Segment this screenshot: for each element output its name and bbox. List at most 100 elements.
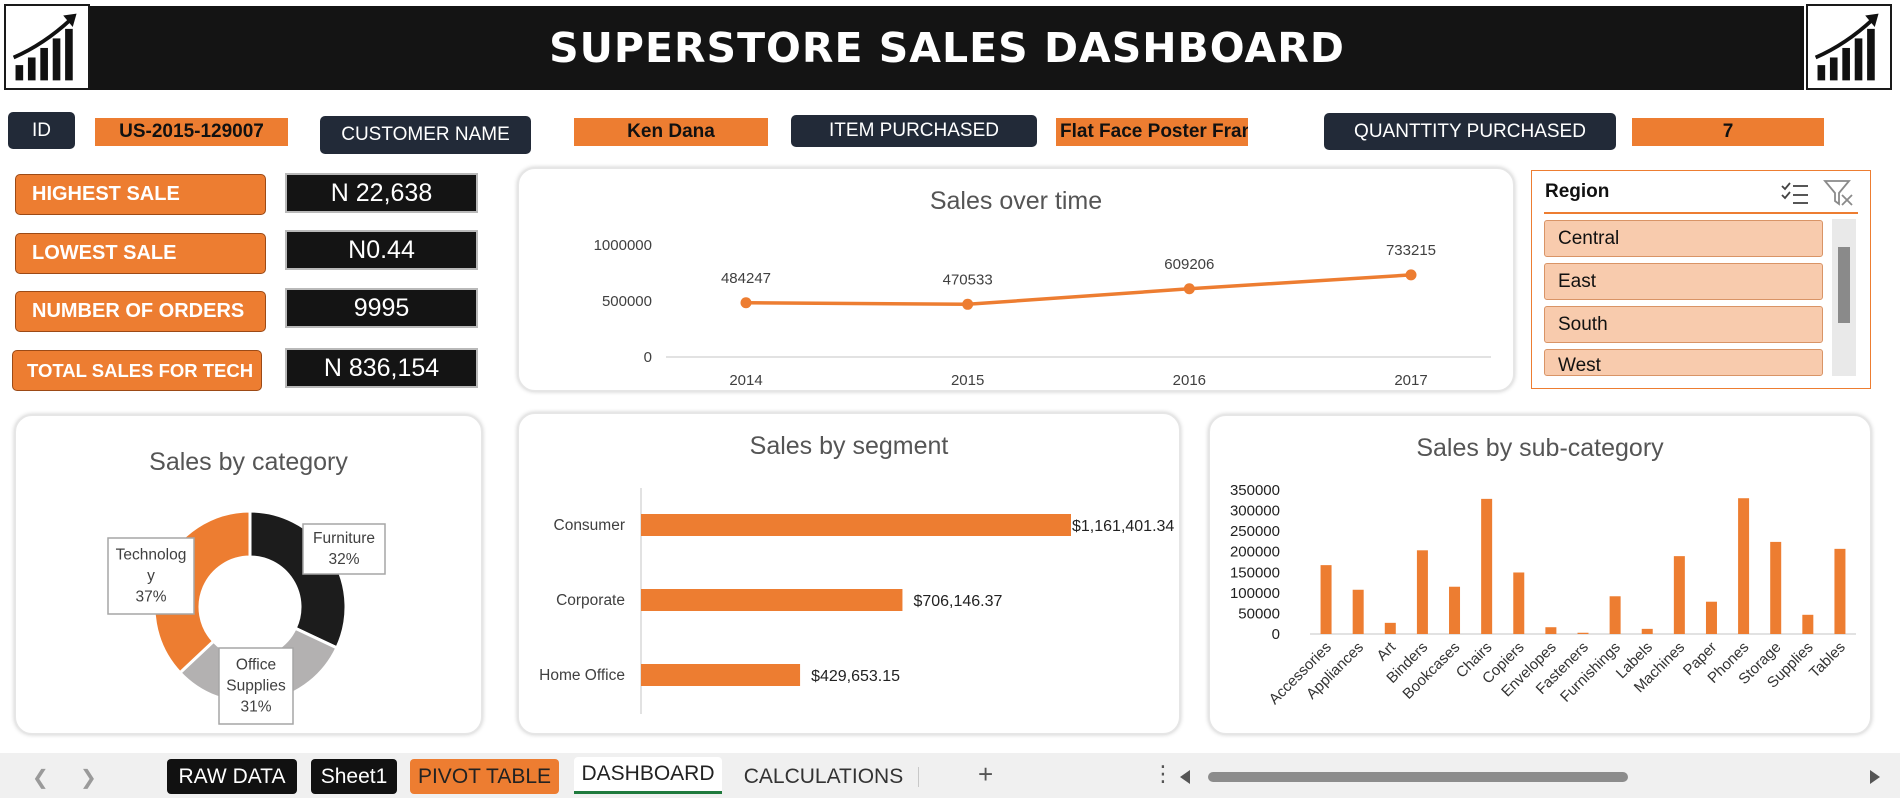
x-tick-label: 2016 [1173, 372, 1206, 389]
sub-category-bar [1545, 627, 1557, 634]
y-tick-label: 1000000 [594, 237, 652, 254]
sub-category-bar [1577, 632, 1589, 634]
id-label: ID [8, 112, 75, 149]
segment-bar [641, 664, 801, 686]
tab-sheet1[interactable]: Sheet1 [311, 759, 397, 794]
tab-raw-data[interactable]: RAW DATA [167, 759, 297, 794]
x-tick-label: Art [1374, 638, 1400, 664]
slice-label: y [147, 568, 155, 585]
data-label: 484247 [721, 270, 771, 287]
slicer-title: Region [1545, 181, 1610, 202]
sub-category-bar [1834, 548, 1846, 634]
growth-chart-icon [1814, 13, 1879, 81]
y-tick-label: 100000 [1230, 585, 1280, 602]
item-purchased-value: Flat Face Poster Fran [1056, 118, 1248, 146]
slice-label: 31% [240, 699, 271, 716]
logo-left [4, 4, 90, 90]
customer-name-value: Ken Dana [574, 118, 768, 146]
y-tick-label: 150000 [1230, 564, 1280, 581]
y-tick-label: 0 [644, 349, 652, 366]
tab-dashboard[interactable]: DASHBOARD [574, 757, 722, 794]
segment-bar [641, 514, 1071, 536]
slicer-item-south[interactable]: South [1544, 306, 1823, 343]
clear-filter-icon[interactable] [1823, 178, 1855, 208]
sub-category-bar [1384, 622, 1396, 634]
sub-category-bar [1705, 601, 1717, 634]
sub-category-bar [1449, 586, 1461, 634]
tab-calculations[interactable]: CALCULATIONS [736, 759, 911, 794]
slicer-item-east[interactable]: East [1544, 263, 1823, 300]
chevron-left-icon[interactable]: ❮ [32, 765, 49, 790]
slice-label: 37% [135, 589, 166, 606]
y-tick-label: 50000 [1238, 605, 1280, 622]
slice-label: Supplies [226, 678, 286, 695]
y-tick-label: 300000 [1230, 503, 1280, 520]
category-label: Consumer [554, 517, 626, 534]
data-point [1183, 283, 1195, 295]
x-tick-label: 2015 [951, 372, 984, 389]
logo-right [1806, 4, 1892, 90]
sales-over-time-card: Sales over time 0 500000 1000000 484247 2014… [517, 167, 1515, 392]
slice-label: Furniture [313, 530, 375, 547]
quantity-purchased-label: QUANTTITY PURCHASED [1324, 113, 1616, 150]
kpi-label-highest-sale: HIGHEST SALE [15, 174, 266, 215]
slicer-divider [1544, 212, 1858, 214]
data-point [1405, 269, 1417, 281]
y-tick-label: 0 [1272, 626, 1280, 643]
sub-category-bar [1481, 498, 1493, 634]
sales-by-sub-category-card: Sales by sub-category 0 50000 100000 150000… [1208, 414, 1872, 735]
category-label: Corporate [556, 592, 625, 609]
header-banner: SUPERSTORE SALES DASHBOARD [90, 6, 1804, 90]
sales-by-segment-card: Sales by segment Consumer $1,161,401.34 Co… [517, 412, 1181, 735]
multi-select-icon[interactable] [1780, 179, 1810, 207]
kpi-label-total-sales-tech: TOTAL SALES FOR TECH [12, 350, 262, 391]
data-label: 733215 [1386, 242, 1436, 259]
segment-bar [641, 589, 903, 611]
data-point [962, 298, 974, 310]
category-label: Home Office [539, 667, 625, 684]
y-tick-label: 250000 [1230, 523, 1280, 540]
slicer-item-west[interactable]: West [1544, 349, 1823, 376]
dashboard: SUPERSTORE SALES DASHBOARD ID US-2015-12… [0, 0, 1900, 798]
sub-category-bar [1673, 556, 1685, 634]
plus-icon[interactable]: + [978, 759, 993, 790]
sales-by-sub-category-chart: 0 50000 100000 150000 200000 250000 300000 3500… [1230, 482, 1856, 708]
chevron-right-icon[interactable]: ❯ [80, 765, 97, 790]
kpi-value-number-of-orders: 9995 [285, 288, 478, 328]
slicer-item-central[interactable]: Central [1544, 220, 1823, 257]
slice-label: 32% [328, 551, 359, 568]
sub-category-bar [1416, 550, 1428, 634]
kpi-value-lowest-sale: N0.44 [285, 230, 478, 270]
more-vertical-icon[interactable]: ⋮ [1152, 761, 1174, 787]
slice-label: Technolog [116, 547, 187, 564]
sub-category-bar [1641, 628, 1653, 634]
sales-by-category-card: Sales by category Furniture 32% Office Supp… [14, 414, 483, 735]
sub-category-bar [1770, 541, 1782, 634]
sales-by-category-chart: Furniture 32% Office Supplies 31% Technolog y 3… [107, 509, 386, 725]
customer-name-label: CUSTOMER NAME [320, 116, 531, 154]
x-tick-label: 2017 [1394, 372, 1427, 389]
item-purchased-label: ITEM PURCHASED [791, 115, 1037, 147]
slice-label: Office [236, 657, 276, 674]
x-tick-label: Tables [1806, 639, 1849, 682]
y-tick-label: 350000 [1230, 482, 1280, 499]
data-label: $429,653.15 [811, 668, 900, 685]
sales-by-segment-chart: Consumer $1,161,401.34 Corporate $706,146.3… [539, 488, 1174, 714]
x-tick-label: 2014 [729, 372, 762, 389]
horizontal-scrollbar[interactable] [1180, 769, 1880, 785]
sub-category-bar [1802, 614, 1814, 634]
sales-line [745, 273, 1412, 307]
tab-pivot-table[interactable]: PIVOT TABLE [410, 759, 559, 794]
slicer-scroll-thumb[interactable] [1838, 247, 1850, 323]
kpi-value-highest-sale: N 22,638 [285, 173, 478, 213]
sub-category-bar [1609, 596, 1621, 634]
kpi-label-number-of-orders: NUMBER OF ORDERS [15, 291, 266, 332]
data-point [740, 297, 752, 309]
data-label: 609206 [1164, 256, 1214, 273]
tab-divider [918, 767, 919, 787]
sales-over-time-chart: 0 500000 1000000 484247 2014 470533 2015 609206… [594, 237, 1491, 389]
sheet-tab-bar: ❮ ❯ RAW DATA Sheet1 PIVOT TABLE DASHBOAR… [0, 753, 1900, 798]
y-tick-label: 200000 [1230, 544, 1280, 561]
sub-category-bar [1738, 498, 1750, 634]
kpi-value-total-sales-tech: N 836,154 [285, 348, 478, 388]
